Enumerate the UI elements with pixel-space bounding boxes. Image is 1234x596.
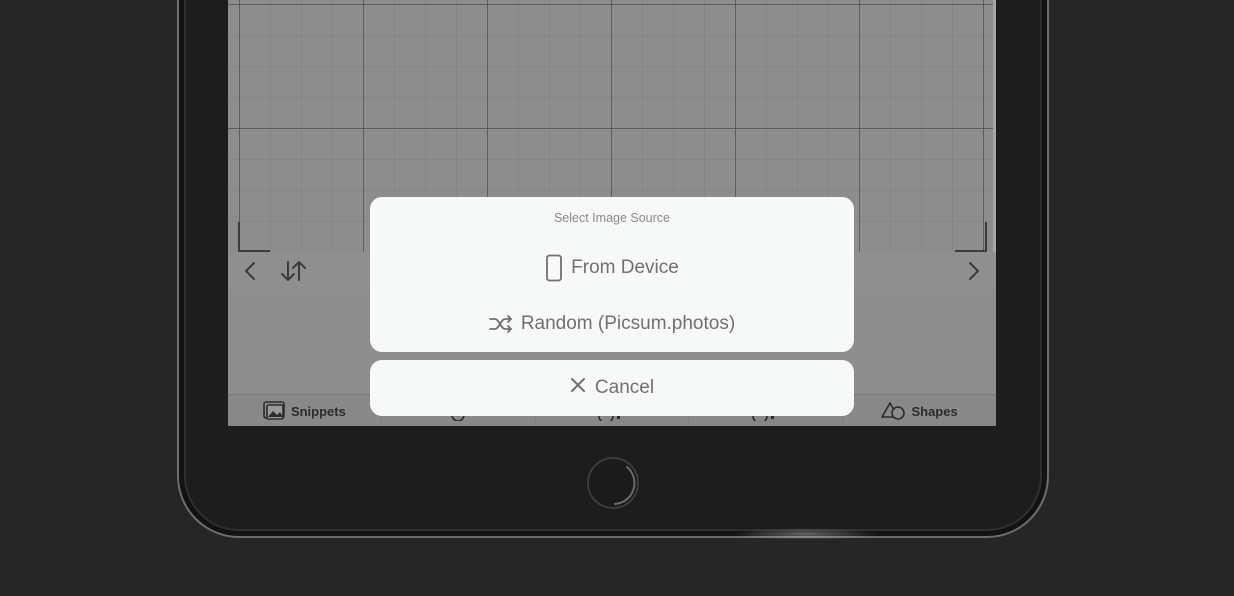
image-source-action-sheet: Select Image Source From Device Random (… (370, 197, 854, 352)
from-device-label: From Device (571, 257, 679, 278)
tab-snippets[interactable]: Snippets (228, 395, 382, 426)
chevron-right-icon[interactable] (962, 258, 986, 284)
shuffle-icon (488, 315, 513, 333)
swap-vertical-icon[interactable] (278, 258, 310, 284)
from-device-button[interactable]: From Device (370, 243, 854, 293)
crop-corner-bottom-right[interactable] (955, 222, 987, 252)
random-picsum-label: Random (Picsum.photos) (520, 313, 736, 334)
close-icon (570, 377, 586, 399)
cancel-button[interactable]: Cancel (370, 360, 854, 416)
chevron-left-icon[interactable] (238, 258, 262, 284)
tab-shapes-label: Shapes (911, 403, 958, 419)
shapes-icon (881, 401, 907, 421)
action-sheet-title: Select Image Source (553, 211, 671, 225)
home-button[interactable] (587, 457, 639, 509)
canvas-edge (993, 0, 996, 252)
snippets-icon (263, 401, 287, 421)
device-stage: Snippets Shapes Select Image Source From… (0, 0, 1234, 596)
random-picsum-button[interactable]: Random (Picsum.photos) (370, 299, 854, 349)
cancel-label: Cancel (594, 377, 655, 398)
phone-icon (545, 254, 563, 282)
crop-corner-bottom-left[interactable] (238, 222, 270, 252)
tab-shapes[interactable]: Shapes (843, 395, 996, 426)
tab-snippets-label: Snippets (290, 403, 346, 419)
